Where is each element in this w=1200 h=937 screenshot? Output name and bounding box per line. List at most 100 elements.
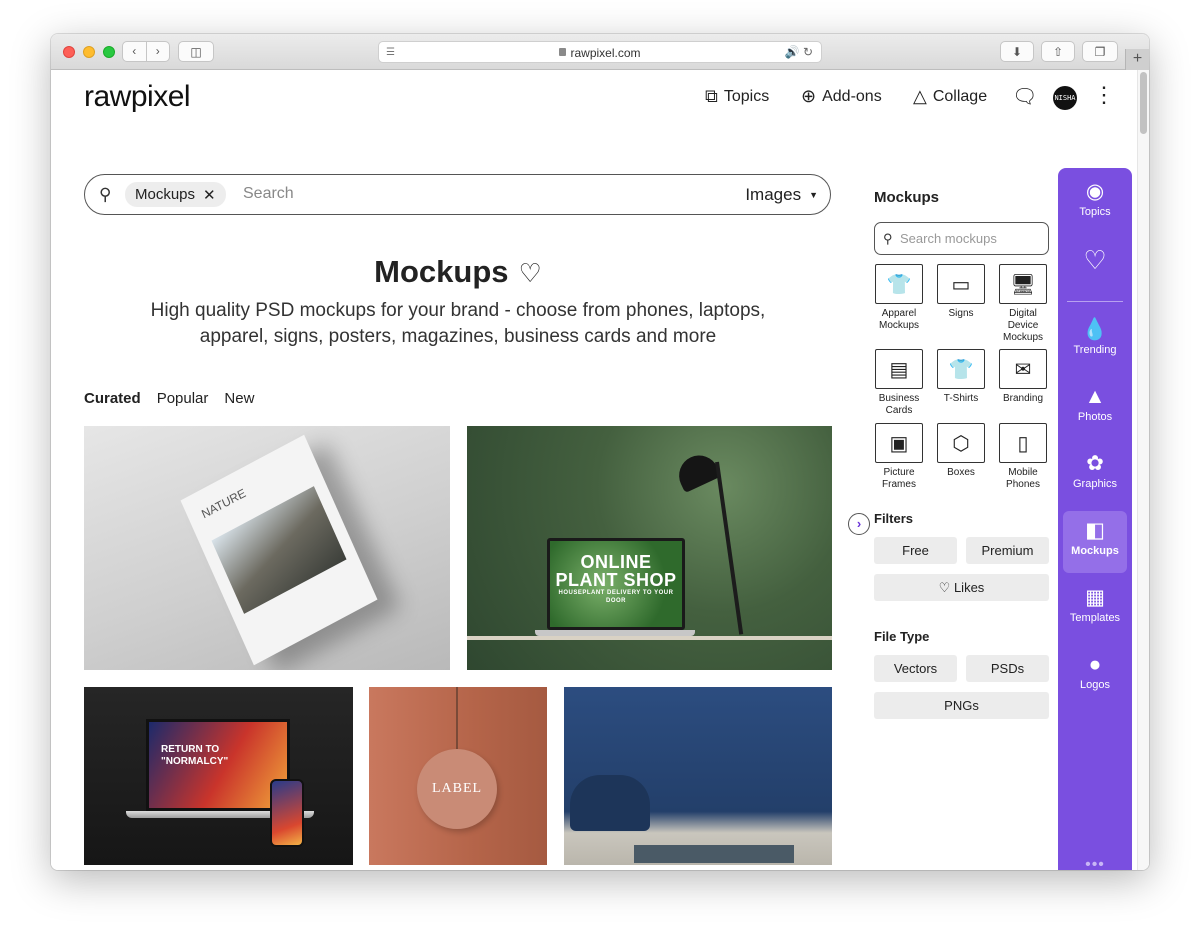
browser-toolbar: ‹ › ◫ ☰ rawpixel.com 🔊 ↻ ⬇ ⇧ ❐ +: [51, 34, 1149, 70]
mockups-icon: ◧: [1085, 519, 1105, 542]
search-icon[interactable]: ⚲: [99, 185, 111, 205]
sidebar-item-label: Templates: [1069, 612, 1121, 624]
plus-circle-icon: ⊕: [801, 86, 817, 106]
category-mobile-phones[interactable]: ▯ Mobile Phones: [995, 423, 1051, 491]
downloads-button[interactable]: ⬇: [1000, 41, 1034, 62]
sidebar-item-label: Photos: [1077, 411, 1113, 423]
tshirt-icon: 👕: [937, 349, 985, 389]
category-label: Digital Device Mockups: [1002, 308, 1043, 343]
lamp-graphic: [672, 448, 722, 494]
tab-popular[interactable]: Popular: [157, 390, 209, 407]
business-card-icon: ▤: [875, 349, 923, 389]
heart-icon: ♡: [1083, 245, 1107, 275]
filter-free-button[interactable]: Free: [874, 537, 957, 564]
sidebar-item-topics[interactable]: ◉ Topics: [1063, 172, 1127, 234]
category-branding[interactable]: ✉ Branding: [995, 349, 1051, 405]
window-minimize-button[interactable]: [83, 46, 95, 58]
search-input[interactable]: [243, 185, 623, 203]
devices-icon: 🖥: [999, 264, 1047, 304]
close-icon[interactable]: ✕: [203, 186, 216, 204]
filetype-pngs-button[interactable]: PNGs: [874, 692, 1049, 719]
sidebar-more-icon[interactable]: •••: [1058, 856, 1132, 870]
new-tab-button[interactable]: +: [1125, 49, 1149, 70]
branding-icon: ✉: [999, 349, 1047, 389]
phone-icon: ▯: [999, 423, 1047, 463]
sidebar-item-label: Trending: [1073, 344, 1117, 356]
search-type-dropdown[interactable]: Images ▼: [745, 185, 818, 205]
heart-icon[interactable]: ♡: [519, 258, 542, 288]
panel-search: ⚲: [874, 222, 1049, 255]
sidebar-item-label: Graphics: [1072, 478, 1118, 490]
box-icon: ⬡: [937, 423, 985, 463]
page-scrollbar[interactable]: [1137, 70, 1149, 870]
search-mockups-input[interactable]: [900, 231, 1040, 246]
category-sidebar: ◉ Topics ♡ 💧 Trending ▲ Photos ✿ Graphic…: [1058, 168, 1132, 870]
rawpixel-logo[interactable]: rawpixel: [84, 80, 191, 114]
scrollbar-thumb[interactable]: [1140, 72, 1147, 134]
category-picture-frames[interactable]: ▣ Picture Frames: [871, 423, 927, 491]
category-boxes[interactable]: ⬡ Boxes: [933, 423, 989, 479]
category-signs[interactable]: ▭ Signs: [933, 264, 989, 320]
filter-likes-label: Likes: [953, 580, 985, 595]
filetype-psds-button[interactable]: PSDs: [966, 655, 1049, 682]
nav-collage[interactable]: △ Collage: [913, 86, 987, 107]
chevron-right-icon[interactable]: ›: [145, 42, 170, 61]
sidebar-item-trending[interactable]: 💧 Trending: [1063, 310, 1127, 372]
chat-icon[interactable]: 🗨: [1012, 84, 1037, 109]
nav-topics[interactable]: ⧉ Topics: [705, 86, 769, 107]
mockup-image-plant-shop[interactable]: ONLINE PLANT SHOP HOUSEPLANT DELIVERY TO…: [467, 426, 832, 670]
tabs-button[interactable]: ❐: [1082, 41, 1118, 62]
category-label: Boxes: [947, 467, 975, 478]
filetype-vectors-button[interactable]: Vectors: [874, 655, 957, 682]
more-menu-icon[interactable]: ⋮: [1093, 82, 1115, 108]
plant-shop-headline: ONLINE PLANT SHOP: [555, 552, 677, 590]
mockup-image-laptop-phone[interactable]: RETURN TO "NORMALCY": [84, 687, 353, 865]
category-t-shirts[interactable]: 👕 T-Shirts: [933, 349, 989, 405]
lamp-arm-graphic: [715, 461, 744, 635]
browser-window: ‹ › ◫ ☰ rawpixel.com 🔊 ↻ ⬇ ⇧ ❐ + rawpixe…: [51, 34, 1149, 870]
download-icon: ⬇: [1011, 44, 1023, 59]
sidebar-item-photos[interactable]: ▲ Photos: [1063, 377, 1127, 439]
mockup-image-blue-room[interactable]: [564, 687, 832, 865]
category-business-cards[interactable]: ▤ Business Cards: [871, 349, 927, 417]
share-button[interactable]: ⇧: [1041, 41, 1075, 62]
tab-new[interactable]: New: [224, 390, 254, 407]
sidebar-item-templates[interactable]: ▦ Templates: [1063, 578, 1127, 640]
filter-likes-button[interactable]: ♡ Likes: [874, 574, 1049, 601]
category-digital-device-mockups[interactable]: 🖥 Digital Device Mockups: [995, 264, 1051, 344]
audio-reload-icons[interactable]: 🔊 ↻: [785, 45, 813, 59]
search-type-label: Images: [745, 185, 802, 204]
topics-icon: ⧉: [705, 86, 718, 106]
sidebar-item-logos[interactable]: ● Logos: [1063, 645, 1127, 707]
category-label: Signs: [948, 308, 974, 319]
page-title-row: Mockups ♡: [51, 254, 865, 290]
sort-tabs: Curated Popular New: [84, 390, 270, 407]
heart-icon: ♡: [938, 580, 951, 595]
graphics-icon: ✿: [1086, 452, 1104, 475]
sidebar-item-likes[interactable]: ♡: [1063, 238, 1127, 300]
sidebar-item-mockups[interactable]: ◧ Mockups: [1063, 511, 1127, 573]
avatar[interactable]: NISHA: [1053, 86, 1077, 110]
address-bar[interactable]: ☰ rawpixel.com 🔊 ↻: [378, 41, 822, 63]
laptop-screen-graphic: ONLINE PLANT SHOP HOUSEPLANT DELIVERY TO…: [547, 538, 685, 630]
filter-premium-button[interactable]: Premium: [966, 537, 1049, 564]
logo-circle-icon: ●: [1088, 653, 1102, 676]
chevron-right-icon[interactable]: ›: [848, 513, 870, 535]
sidebar-item-label: Mockups: [1071, 545, 1119, 557]
desk-graphic: [467, 636, 832, 640]
phone-graphic: [270, 779, 304, 847]
sidebar-item-graphics[interactable]: ✿ Graphics: [1063, 444, 1127, 506]
window-maximize-button[interactable]: [103, 46, 115, 58]
sidebar-toggle-button[interactable]: ◫: [178, 41, 214, 62]
chevron-left-icon[interactable]: ‹: [123, 42, 146, 61]
mockup-image-magazine[interactable]: NATURE: [84, 426, 450, 670]
category-apparel-mockups[interactable]: 👕 Apparel Mockups: [871, 264, 927, 332]
search-chip[interactable]: Mockups ✕: [125, 182, 226, 207]
reload-icon[interactable]: ↻: [803, 45, 813, 59]
url-text: rawpixel.com: [570, 46, 641, 60]
sidebar-item-label: Topics: [1079, 206, 1111, 218]
tab-curated[interactable]: Curated: [84, 390, 141, 407]
window-close-button[interactable]: [63, 46, 75, 58]
mockup-image-label-tag[interactable]: LABEL: [369, 687, 547, 865]
nav-add-ons[interactable]: ⊕ Add-ons: [801, 86, 882, 107]
